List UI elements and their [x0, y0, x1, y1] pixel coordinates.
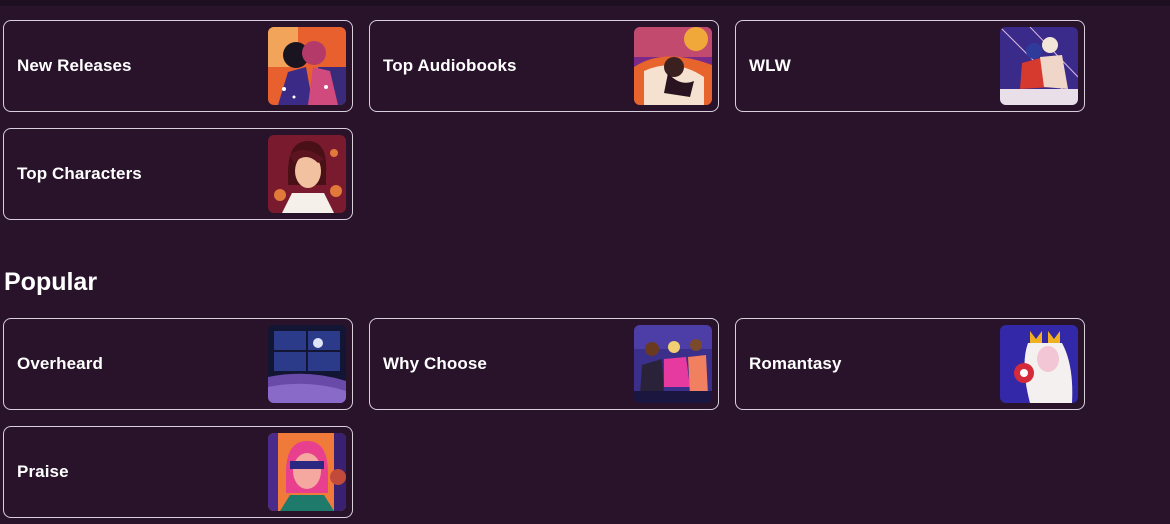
card-romantasy[interactable]: Romantasy — [735, 318, 1085, 410]
card-label: Top Audiobooks — [383, 56, 517, 75]
new-releases-thumbnail — [268, 27, 346, 105]
card-wlw[interactable]: WLW — [735, 20, 1085, 112]
card-why-choose[interactable]: Why Choose — [369, 318, 719, 410]
top-audiobooks-thumbnail — [634, 27, 712, 105]
wlw-thumbnail — [1000, 27, 1078, 105]
praise-thumbnail — [268, 433, 346, 511]
card-praise[interactable]: Praise — [3, 426, 353, 518]
top-bar — [0, 0, 1170, 6]
section-title-popular: Popular — [4, 268, 98, 296]
romantasy-thumbnail — [1000, 325, 1078, 403]
top-characters-thumbnail — [268, 135, 346, 213]
card-label: Why Choose — [383, 354, 487, 373]
card-new-releases[interactable]: New Releases — [3, 20, 353, 112]
card-top-characters[interactable]: Top Characters — [3, 128, 353, 220]
card-label: WLW — [749, 56, 791, 75]
why-choose-thumbnail — [634, 325, 712, 403]
card-top-audiobooks[interactable]: Top Audiobooks — [369, 20, 719, 112]
card-label: Top Characters — [17, 164, 142, 183]
card-label: Overheard — [17, 354, 103, 373]
card-label: Praise — [17, 462, 69, 481]
overheard-thumbnail — [268, 325, 346, 403]
card-label: New Releases — [17, 56, 132, 75]
card-label: Romantasy — [749, 354, 842, 373]
card-overheard[interactable]: Overheard — [3, 318, 353, 410]
